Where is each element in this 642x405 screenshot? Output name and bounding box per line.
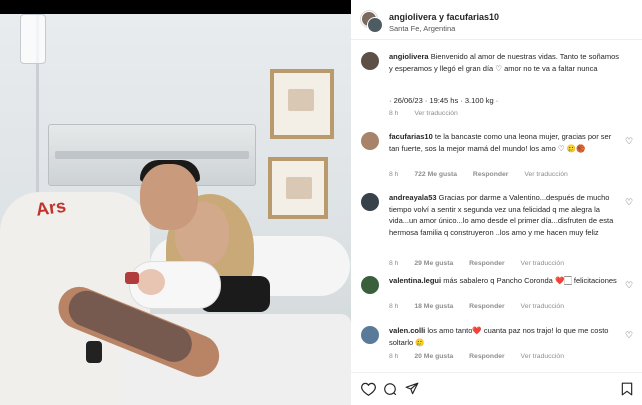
comment-meta: 8 h 722 Me gusta Responder Ver traducció… [389, 171, 582, 178]
comment-likes[interactable]: 20 Me gusta [414, 353, 453, 360]
post-header: angiolivera y facufarias10 Santa Fe, Arg… [351, 0, 642, 40]
wall-picture-frame [270, 69, 334, 139]
comment-icon[interactable] [383, 382, 397, 396]
comment-likes[interactable]: 18 Me gusta [414, 303, 453, 310]
share-icon[interactable] [405, 382, 419, 396]
comment-username[interactable]: andreayala53 [389, 193, 437, 202]
comment-username[interactable]: facufarias10 [389, 132, 433, 141]
comment-likes[interactable]: 722 Me gusta [414, 171, 457, 178]
comment-meta: 8 h 18 Me gusta Responder Ver traducción [389, 303, 578, 310]
comment-avatar[interactable] [361, 276, 379, 294]
translate-link[interactable]: Ver traducción [521, 353, 564, 360]
caption-username[interactable]: angiolivera [389, 52, 429, 61]
hospital-clip [125, 272, 139, 284]
comment-avatar[interactable] [361, 132, 379, 150]
comment-username[interactable]: valen.colli [389, 326, 425, 335]
comment: andreayala53 Gracias por darme a Valenti… [389, 192, 621, 238]
caption-meta: 8 h Ver traducción [389, 110, 472, 117]
man-face [140, 164, 198, 230]
comment-likes[interactable]: 29 Me gusta [414, 260, 453, 267]
post-location[interactable]: Santa Fe, Argentina [389, 24, 455, 33]
caption-time: 8 h [389, 110, 399, 117]
caption-date-line: · 26/06/23 · 19:45 hs · 3.100 kg · [389, 96, 499, 105]
iv-bag [20, 14, 46, 64]
comments-list[interactable]: angiolivera Bienvenido al amor de nuestr… [351, 40, 642, 370]
coauthor-avatar[interactable] [367, 17, 383, 33]
translate-link[interactable]: Ver traducción [521, 260, 564, 267]
comment-time: 8 h [389, 171, 399, 178]
post-actions-bar [351, 372, 642, 405]
reply-button[interactable]: Responder [473, 171, 509, 178]
reply-button[interactable]: Responder [469, 303, 505, 310]
comment: facufarias10 te la bancaste como una leo… [389, 131, 621, 154]
post-authors[interactable]: angiolivera y facufarias10 [389, 12, 499, 22]
comment-emoji: 🥲🏀 [566, 143, 586, 153]
caption-avatar[interactable] [361, 52, 379, 70]
caption-translate[interactable]: Ver traducción [414, 110, 457, 117]
caption: angiolivera Bienvenido al amor de nuestr… [389, 51, 621, 74]
comment: valentina.legui más sabalero q Pancho Co… [389, 275, 621, 287]
heart-icon[interactable]: ♡ [625, 331, 634, 340]
heart-icon[interactable]: ♡ [625, 137, 634, 146]
comment-meta: 8 h 29 Me gusta Responder Ver traducción [389, 260, 578, 267]
translate-link[interactable]: Ver traducción [524, 171, 567, 178]
reply-button[interactable]: Responder [469, 353, 505, 360]
comment-time: 8 h [389, 353, 399, 360]
comment-text: más sabalero q Pancho Coronda ❤️🏻 felici… [443, 276, 617, 285]
translate-link[interactable]: Ver traducción [521, 303, 564, 310]
wall-picture-frame [268, 157, 328, 219]
instagram-post-viewer: Ars angiolivera y facufarias10 Santa Fe,… [0, 0, 642, 405]
comment-avatar[interactable] [361, 193, 379, 211]
heart-icon[interactable]: ♡ [625, 281, 634, 290]
baby-face [137, 269, 165, 295]
reply-button[interactable]: Responder [469, 260, 505, 267]
comment-time: 8 h [389, 260, 399, 267]
comment: valen.colli los amo tanto❤️ cuanta paz n… [389, 325, 621, 348]
wrist-watch [86, 341, 102, 363]
comment-username[interactable]: valentina.legui [389, 276, 441, 285]
post-sidebar: angiolivera y facufarias10 Santa Fe, Arg… [351, 0, 642, 405]
heart-icon[interactable] [361, 382, 376, 396]
heart-icon[interactable]: ♡ [625, 198, 634, 207]
comment-avatar[interactable] [361, 326, 379, 344]
post-photo[interactable]: Ars [0, 14, 351, 405]
bookmark-icon[interactable] [621, 382, 633, 396]
comment-time: 8 h [389, 303, 399, 310]
comment-meta: 8 h 20 Me gusta Responder Ver traducción [389, 353, 578, 360]
